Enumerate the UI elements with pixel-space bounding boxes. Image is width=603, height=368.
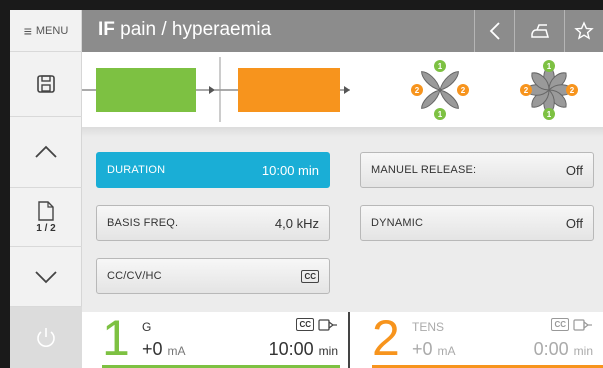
parameter-panel: DURATION 10:00 min BASIS FREQ. 4,0 kHz C…: [82, 137, 603, 312]
amplitude-value: +0: [142, 339, 163, 359]
channel-1[interactable]: 1 G CC +0 mA 10:00 min: [82, 310, 350, 368]
iron-icon: [530, 24, 549, 38]
basis-frequency-label: BASIS FREQ.: [107, 217, 179, 229]
page-indicator-button[interactable]: 1 / 2: [10, 188, 82, 247]
badge-top-2: 1: [547, 62, 552, 71]
badge-top: 1: [438, 62, 443, 71]
favorite-button[interactable]: [564, 10, 603, 52]
phase-timeline: 1 2 2 1 1 2 2 1: [82, 52, 603, 127]
power-button[interactable]: [10, 307, 82, 368]
time-unit: min: [318, 344, 338, 358]
badge-right-2: 2: [570, 86, 575, 95]
floppy-disk-icon: [37, 75, 55, 93]
electrode-placement-button[interactable]: [514, 10, 564, 52]
channel-mode: TENS: [412, 320, 445, 334]
menu-button[interactable]: ≡ MENU: [10, 10, 82, 52]
channel-number: 2: [372, 310, 400, 366]
badge-bottom-2: 1: [547, 110, 552, 119]
electrode-plug-icon: [318, 318, 337, 331]
star-icon: [574, 21, 594, 40]
scroll-up-button[interactable]: [10, 117, 82, 188]
back-button[interactable]: [474, 10, 514, 52]
program-name: pain / hyperaemia: [120, 19, 272, 40]
program-header: IF pain / hyperaemia: [82, 10, 603, 52]
dynamic-setting[interactable]: DYNAMIC Off: [360, 205, 594, 241]
left-sidebar: ≡ MENU 1 / 2: [10, 10, 82, 368]
divider: [82, 127, 603, 137]
chevron-left-icon: [489, 22, 500, 40]
cc-cv-hc-setting[interactable]: CC/CV/HC CC: [96, 258, 330, 294]
electrode-plug-icon: [573, 318, 592, 331]
program-type: IF: [98, 19, 115, 40]
time-unit: min: [573, 344, 593, 358]
electrode-pattern-1: 1 2 2 1: [411, 60, 469, 120]
cc-cv-hc-label: CC/CV/HC: [107, 270, 162, 282]
basis-frequency-setting[interactable]: BASIS FREQ. 4,0 kHz: [96, 205, 330, 241]
dynamic-value: Off: [565, 215, 583, 231]
badge-left-2: 2: [524, 86, 529, 95]
channel-number: 1: [102, 310, 130, 366]
cc-icon: CC: [296, 318, 314, 331]
phase-timeline-graphic: 1 2 2 1 1 2 2 1: [82, 57, 578, 122]
page-number: 1 / 2: [36, 222, 56, 234]
electrode-pattern-2: 1 2 2 1: [520, 60, 578, 120]
manuel-release-value: Off: [565, 162, 583, 178]
duration-value: 10:00 min: [261, 162, 319, 178]
dynamic-label: DYNAMIC: [371, 217, 424, 229]
hamburger-icon: ≡: [23, 22, 32, 39]
badge-left: 2: [415, 86, 420, 95]
channel-time: 0:00 min: [534, 339, 593, 360]
badge-right: 2: [461, 86, 466, 95]
manuel-release-label: MANUEL RELEASE:: [371, 164, 477, 176]
device-screen: ≡ MENU 1 / 2 IF pain / hyperaemia 1 2 2 …: [10, 10, 603, 368]
channel-mode: G: [142, 320, 152, 334]
duration-setting[interactable]: DURATION 10:00 min: [96, 152, 330, 188]
power-icon: [37, 327, 55, 347]
time-value: 10:00: [268, 339, 314, 359]
program-title: IF pain / hyperaemia: [98, 19, 271, 41]
cc-mode-icon: CC: [301, 269, 319, 283]
basis-frequency-value: 4,0 kHz: [274, 215, 319, 231]
amplitude-value: +0: [412, 339, 433, 359]
chevron-down-icon: [35, 270, 57, 283]
badge-bottom: 1: [438, 110, 443, 119]
save-button[interactable]: [10, 52, 82, 117]
amplitude-unit: mA: [437, 344, 456, 358]
document-icon: [38, 200, 54, 221]
menu-label: MENU: [35, 24, 69, 37]
channel-time: 10:00 min: [269, 339, 338, 360]
channel-amplitude: +0 mA: [412, 339, 456, 360]
cc-icon: CC: [551, 318, 569, 331]
channel-amplitude: +0 mA: [142, 339, 186, 360]
phase-block-green: [96, 68, 196, 112]
phase-block-orange: [238, 68, 340, 112]
scroll-down-button[interactable]: [10, 247, 82, 307]
manuel-release-setting[interactable]: MANUEL RELEASE: Off: [360, 152, 594, 188]
channel-2[interactable]: 2 TENS CC +0 mA 0:00 min: [352, 310, 603, 368]
time-value: 0:00: [533, 339, 569, 359]
channel-panel: 1 G CC +0 mA 10:00 min 2 TENS CC +0 mA 0…: [82, 310, 603, 368]
chevron-up-icon: [35, 145, 57, 158]
amplitude-unit: mA: [167, 344, 186, 358]
duration-label: DURATION: [107, 164, 166, 176]
channel-icons: CC: [296, 318, 338, 331]
channel-icons: CC: [551, 318, 593, 331]
